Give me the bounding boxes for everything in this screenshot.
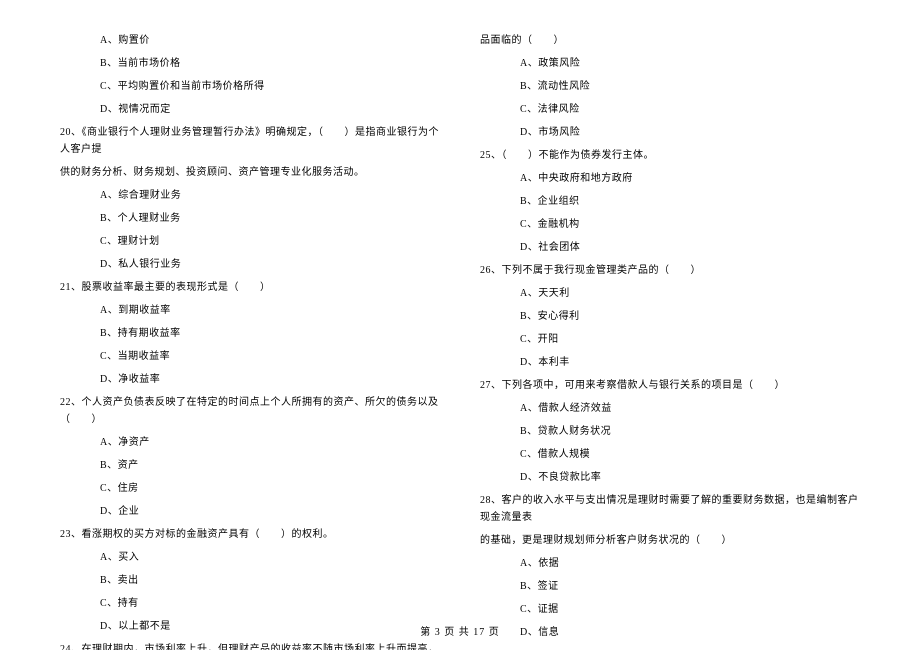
q19-option-c: C、平均购置价和当前市场价格所得 [100, 78, 440, 95]
q21-option-b: B、持有期收益率 [100, 325, 440, 342]
q26-option-d: D、本利丰 [520, 354, 860, 371]
footer-total: 17 [473, 627, 485, 638]
content-columns: A、购置价 B、当前市场价格 C、平均购置价和当前市场价格所得 D、视情况而定 … [0, 0, 920, 650]
q28-stem-line1: 28、客户的收入水平与支出情况是理财时需要了解的重要财务数据，也是编制客户现金流… [480, 492, 860, 526]
page-footer: 第 3 页 共 17 页 [0, 623, 920, 638]
q22-option-d: D、企业 [100, 503, 440, 520]
q24-option-a: A、政策风险 [520, 55, 860, 72]
q27-option-a: A、借款人经济效益 [520, 400, 860, 417]
footer-mid: 页 共 [441, 627, 474, 638]
q20-option-a: A、综合理财业务 [100, 187, 440, 204]
q23-option-b: B、卖出 [100, 572, 440, 589]
footer-prefix: 第 [420, 627, 435, 638]
q24-option-c: C、法律风险 [520, 101, 860, 118]
q26-stem: 26、下列不属于我行现金管理类产品的（ ） [480, 262, 860, 279]
q21-option-d: D、净收益率 [100, 371, 440, 388]
q25-stem: 25、（ ）不能作为债券发行主体。 [480, 147, 860, 164]
q26-option-a: A、天天利 [520, 285, 860, 302]
q27-option-c: C、借款人规模 [520, 446, 860, 463]
q23-option-a: A、买入 [100, 549, 440, 566]
q24-option-d: D、市场风险 [520, 124, 860, 141]
q24-stem-line2: 品面临的（ ） [480, 32, 860, 49]
q22-stem: 22、个人资产负债表反映了在特定的时间点上个人所拥有的资产、所欠的债务以及（ ） [60, 394, 440, 428]
q26-option-c: C、开阳 [520, 331, 860, 348]
q28-option-b: B、签证 [520, 578, 860, 595]
q19-option-b: B、当前市场价格 [100, 55, 440, 72]
q23-option-c: C、持有 [100, 595, 440, 612]
q20-option-b: B、个人理财业务 [100, 210, 440, 227]
q26-option-b: B、安心得利 [520, 308, 860, 325]
exam-page: A、购置价 B、当前市场价格 C、平均购置价和当前市场价格所得 D、视情况而定 … [0, 0, 920, 650]
q22-option-b: B、资产 [100, 457, 440, 474]
q27-stem: 27、下列各项中，可用来考察借款人与银行关系的项目是（ ） [480, 377, 860, 394]
q21-option-c: C、当期收益率 [100, 348, 440, 365]
q28-option-c: C、证据 [520, 601, 860, 618]
column-left: A、购置价 B、当前市场价格 C、平均购置价和当前市场价格所得 D、视情况而定 … [60, 32, 460, 650]
q22-option-c: C、住房 [100, 480, 440, 497]
q20-stem-line2: 供的财务分析、财务规划、投资顾问、资产管理专业化服务活动。 [60, 164, 440, 181]
q21-option-a: A、到期收益率 [100, 302, 440, 319]
q19-option-d: D、视情况而定 [100, 101, 440, 118]
q20-stem-line1: 20、《商业银行个人理财业务管理暂行办法》明确规定，（ ）是指商业银行为个人客户… [60, 124, 440, 158]
q21-stem: 21、股票收益率最主要的表现形式是（ ） [60, 279, 440, 296]
q28-stem-line2: 的基础，更是理财规划师分析客户财务状况的（ ） [480, 532, 860, 549]
q27-option-b: B、贷款人财务状况 [520, 423, 860, 440]
q19-option-a: A、购置价 [100, 32, 440, 49]
q25-option-a: A、中央政府和地方政府 [520, 170, 860, 187]
q22-option-a: A、净资产 [100, 434, 440, 451]
q27-option-d: D、不良贷款比率 [520, 469, 860, 486]
q25-option-c: C、金融机构 [520, 216, 860, 233]
q24-stem-line1: 24、在理财期内，市场利率上升，但理财产品的收益率不随市场利率上升而提高，这是理… [60, 641, 440, 650]
q28-option-a: A、依据 [520, 555, 860, 572]
q24-option-b: B、流动性风险 [520, 78, 860, 95]
column-right: 品面临的（ ） A、政策风险 B、流动性风险 C、法律风险 D、市场风险 25、… [460, 32, 860, 650]
q23-stem: 23、看涨期权的买方对标的金融资产具有（ ）的权利。 [60, 526, 440, 543]
q20-option-d: D、私人银行业务 [100, 256, 440, 273]
q20-option-c: C、理财计划 [100, 233, 440, 250]
q25-option-d: D、社会团体 [520, 239, 860, 256]
q25-option-b: B、企业组织 [520, 193, 860, 210]
footer-suffix: 页 [485, 627, 500, 638]
